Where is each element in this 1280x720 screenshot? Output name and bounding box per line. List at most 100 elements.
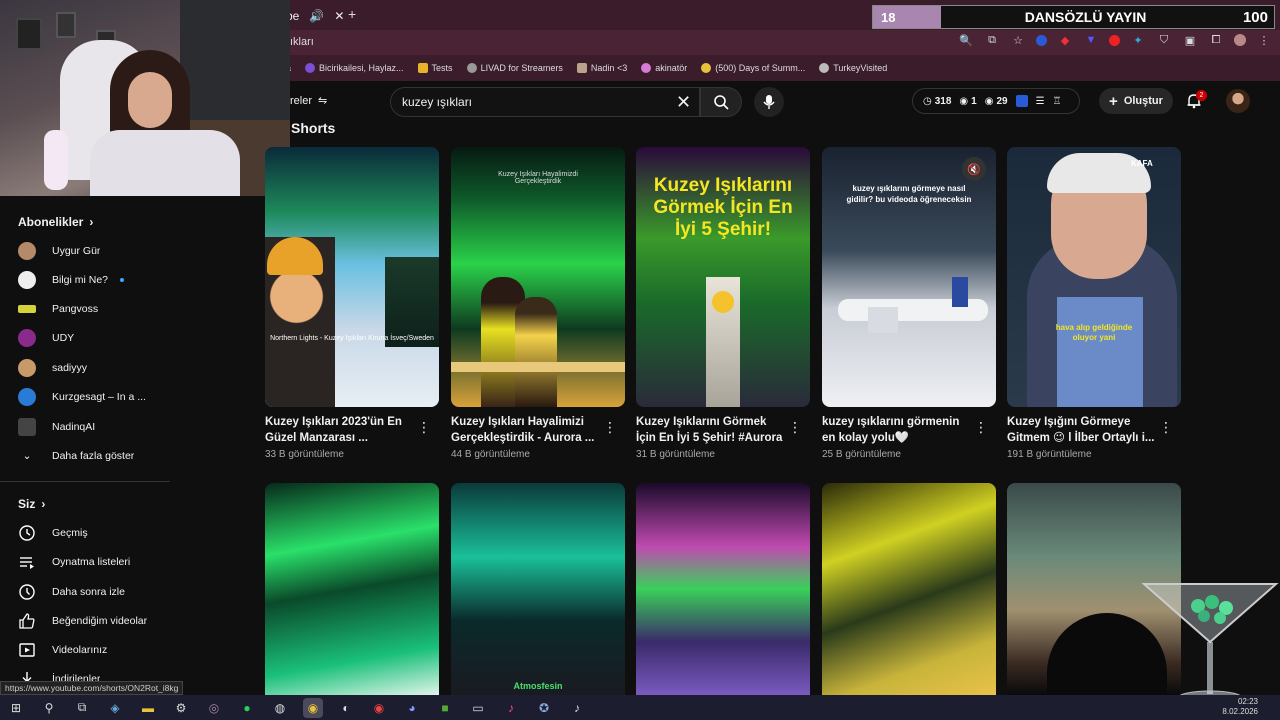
extension-icon-4[interactable]	[1109, 34, 1120, 46]
award-icon[interactable]: ♖	[1053, 96, 1062, 107]
more-options-icon[interactable]: ⋮	[788, 419, 802, 436]
extensions-puzzle-icon[interactable]: ⧠	[1208, 32, 1224, 48]
short-thumbnail[interactable]: kuzey ışıklarını görmeye nasıl gidilir? …	[822, 147, 996, 407]
bookmark-star-icon[interactable]: ☆	[1010, 32, 1026, 48]
sidebar-sub-item[interactable]: Kurzgesagt – In a ...	[18, 386, 168, 408]
windows-start-icon[interactable]: ⊞	[6, 698, 26, 718]
short-thumbnail[interactable]	[265, 483, 439, 695]
sidebar-sub-item[interactable]: NadinqAI	[18, 416, 168, 438]
zoom-icon[interactable]: 🔍	[958, 32, 974, 48]
extension-icon-2[interactable]: ◆	[1057, 32, 1073, 48]
search-button[interactable]	[700, 87, 742, 117]
app-icon[interactable]: ✪	[534, 698, 554, 718]
sidebar-item-history[interactable]: Geçmiş	[18, 522, 168, 544]
short-thumbnail[interactable]	[636, 483, 810, 695]
extension-stats-pill[interactable]: ◷ 318 ◉ 1 ◉ 29 ☰ ♖	[912, 88, 1080, 114]
more-options-icon[interactable]: ⋮	[1159, 419, 1173, 436]
short-title[interactable]: kuzey ışıklarını görmenin en kolay yolu🤍	[822, 414, 974, 446]
voice-search-button[interactable]	[754, 87, 784, 117]
short-thumbnail[interactable]: Atmosfesin	[451, 483, 625, 695]
short-card[interactable]: KAFA hava alıp geldiğinde oluyor yani Ku…	[1007, 147, 1181, 460]
bookmark-item[interactable]: Nadin <3	[576, 63, 627, 73]
sidebar-sub-item[interactable]: Bilgi mi Ne?	[18, 269, 168, 291]
bookmark-item[interactable]: Tests	[417, 63, 453, 73]
short-thumbnail[interactable]: Kuzey Işıkları Hayalimizdi Gerçekleştird…	[451, 147, 625, 407]
steam-icon[interactable]: ⚙	[171, 698, 191, 718]
list-icon[interactable]: ☰	[1036, 96, 1045, 107]
tab-audio-icon[interactable]: 🔊	[309, 9, 324, 23]
bookmark-item[interactable]: Bicirikailesi, Haylaz...	[305, 63, 404, 73]
more-options-icon[interactable]: ⋮	[974, 419, 988, 436]
url-text[interactable]: ıkları	[290, 36, 314, 48]
extension-icon-1[interactable]	[1036, 34, 1047, 46]
short-title[interactable]: Kuzey Işığını Görmeye Gitmem 😉 l İlber O…	[1007, 414, 1159, 446]
new-tab-button[interactable]: +	[348, 6, 356, 22]
create-button[interactable]: + Oluştur	[1099, 88, 1173, 114]
short-card[interactable]: Kuzey Işıkları Hayalimizdi Gerçekleştird…	[451, 147, 625, 460]
bookmark-item[interactable]: LIVAD for Streamers	[466, 63, 563, 73]
subscriptions-header[interactable]: Abonelikler ›	[18, 215, 93, 229]
sidebar-sub-item[interactable]: sadiyyy	[18, 357, 168, 379]
tab-close-icon[interactable]: ✕	[334, 9, 344, 23]
bookmark-item[interactable]: (500) Days of Summ...	[701, 63, 805, 73]
profile-icon[interactable]	[1234, 34, 1246, 46]
extension-icon-7[interactable]: ▣	[1182, 32, 1198, 48]
sidebar-item-playlists[interactable]: Oynatma listeleri	[18, 551, 168, 573]
sidebar-item-your-videos[interactable]: Videolarınız	[18, 639, 168, 661]
obs-icon[interactable]: ◐	[336, 698, 356, 718]
search-icon[interactable]: ⚲	[39, 698, 59, 718]
app-icon-purple[interactable]: ◎	[204, 698, 224, 718]
short-card[interactable]: kuzey ışıklarını görmeye nasıl gidilir? …	[822, 147, 996, 460]
sidebar-item-watch-later[interactable]: Daha sonra izle	[18, 581, 168, 603]
tiktok-icon[interactable]: ♪	[567, 698, 587, 718]
minecraft-icon[interactable]: ■	[435, 698, 455, 718]
short-thumbnail[interactable]: Kuzey Işıklarını Görmek İçin En İyi 5 Şe…	[636, 147, 810, 407]
short-title[interactable]: Kuzey Işıkları Hayalimizi Gerçekleştirdi…	[451, 414, 603, 446]
file-explorer-icon[interactable]: ▬	[138, 698, 158, 718]
more-options-icon[interactable]: ⋮	[603, 419, 617, 436]
short-card[interactable]: Atmosfesin	[451, 483, 625, 695]
sidebar-sub-item[interactable]: Uygur Gür	[18, 240, 168, 262]
account-avatar[interactable]	[1226, 89, 1250, 113]
bookmark-item[interactable]: akinatör	[641, 63, 687, 73]
copilot-icon[interactable]: ◈	[105, 698, 125, 718]
filters-button[interactable]: reler ⇋	[290, 94, 327, 108]
clock-date: 8.02.2026	[1222, 707, 1258, 716]
show-more-button[interactable]: ⌄ Daha fazla göster	[18, 445, 168, 467]
task-view-icon[interactable]: ⧉	[72, 698, 92, 718]
you-header[interactable]: Siz ›	[18, 497, 45, 511]
more-options-icon[interactable]: ⋮	[417, 419, 431, 436]
eye-icon: ◉	[959, 95, 969, 107]
clear-search-icon[interactable]: ✕	[676, 92, 691, 113]
discord-icon[interactable]: ◕	[402, 698, 422, 718]
chrome-icon[interactable]: ◉	[303, 697, 323, 718]
spotify-icon[interactable]: ●	[237, 698, 257, 718]
sidebar-sub-item[interactable]: Pangvoss	[18, 298, 168, 320]
app-icon[interactable]: ◍	[270, 698, 290, 718]
short-thumbnail[interactable]: KAFA hava alıp geldiğinde oluyor yani	[1007, 147, 1181, 407]
short-card[interactable]: Kuzey Işıklarını Görmek İçin En İyi 5 Şe…	[636, 147, 810, 460]
cast-icon[interactable]: ⧉	[984, 32, 1000, 48]
extension-badge-icon[interactable]	[1015, 95, 1028, 107]
sidebar-sub-item[interactable]: UDY	[18, 327, 168, 349]
bookmark-item[interactable]: TurkeyVisited	[819, 63, 887, 73]
capcut-icon[interactable]: ♪	[501, 698, 521, 718]
search-input[interactable]: kuzey ışıkları	[390, 87, 700, 117]
app-icon[interactable]: ▭	[468, 698, 488, 718]
extension-icon-6[interactable]: ⛉	[1156, 32, 1172, 48]
mute-icon[interactable]: 🔇	[962, 157, 986, 181]
short-thumbnail[interactable]: Northern Lights - Kuzey Işıkları Kiruna …	[265, 147, 439, 407]
short-card[interactable]	[636, 483, 810, 695]
app-icon[interactable]: ◉	[369, 698, 389, 718]
short-card[interactable]	[822, 483, 996, 695]
short-card[interactable]	[265, 483, 439, 695]
short-title[interactable]: Kuzey Işıklarını Görmek İçin En İyi 5 Şe…	[636, 414, 788, 446]
extension-icon-5[interactable]: ✦	[1130, 32, 1146, 48]
short-title[interactable]: Kuzey Işıkları 2023'ün En Güzel Manzaras…	[265, 414, 417, 446]
taskbar-clock[interactable]: 02:23 8.02.2026	[1222, 697, 1258, 717]
short-thumbnail[interactable]	[822, 483, 996, 695]
short-card[interactable]: Northern Lights - Kuzey Işıkları Kiruna …	[265, 147, 439, 460]
extension-icon-3[interactable]: ▼	[1083, 32, 1099, 48]
browser-menu-icon[interactable]: ⋮	[1256, 32, 1272, 48]
sidebar-item-liked[interactable]: Beğendiğim videolar	[18, 610, 168, 632]
